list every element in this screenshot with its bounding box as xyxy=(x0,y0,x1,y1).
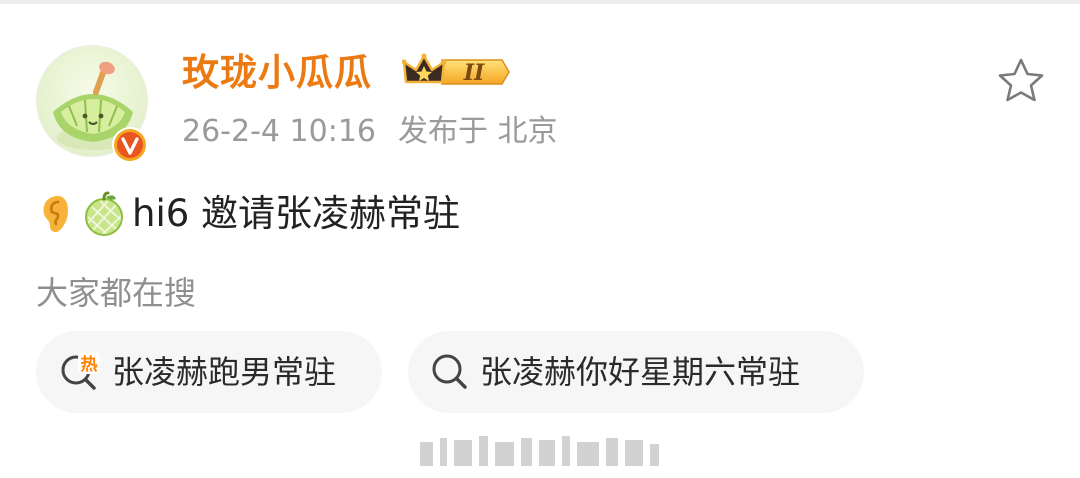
related-search-chip-1[interactable]: 热 张凌赫跑男常驻 xyxy=(36,331,382,413)
svg-text:热: 热 xyxy=(81,354,98,375)
related-search-chip-2[interactable]: 张凌赫你好星期六常驻 xyxy=(408,331,864,413)
member-crown-icon[interactable]: II xyxy=(401,52,510,92)
post-meta: 26-2-4 10:16 发布于 北京 xyxy=(182,112,580,152)
post-location: 发布于 北京 xyxy=(398,114,558,149)
member-level-text: II xyxy=(463,60,485,86)
ear-emoji-icon xyxy=(43,196,68,233)
melon-emoji-icon xyxy=(85,191,123,236)
favorite-star-icon[interactable] xyxy=(996,57,1046,105)
post-text: hi6 邀请张凌赫常驻 xyxy=(132,192,461,235)
related-search-text-1: 张凌赫跑男常驻 xyxy=(112,353,337,391)
related-search-label: 大家都在搜 xyxy=(36,274,197,312)
post-date: 26-2-4 10:16 xyxy=(182,114,376,149)
username[interactable]: 玫珑小瓜瓜 xyxy=(182,49,372,97)
hot-search-icon: 热 xyxy=(61,352,100,390)
verified-badge-icon xyxy=(112,127,148,163)
top-divider xyxy=(0,0,1080,4)
post-content: hi6 邀请张凌赫常驻 xyxy=(36,190,460,238)
blurred-text xyxy=(420,436,666,466)
avatar[interactable] xyxy=(36,45,148,163)
related-search-text-2: 张凌赫你好星期六常驻 xyxy=(480,353,801,391)
search-icon xyxy=(432,354,467,389)
